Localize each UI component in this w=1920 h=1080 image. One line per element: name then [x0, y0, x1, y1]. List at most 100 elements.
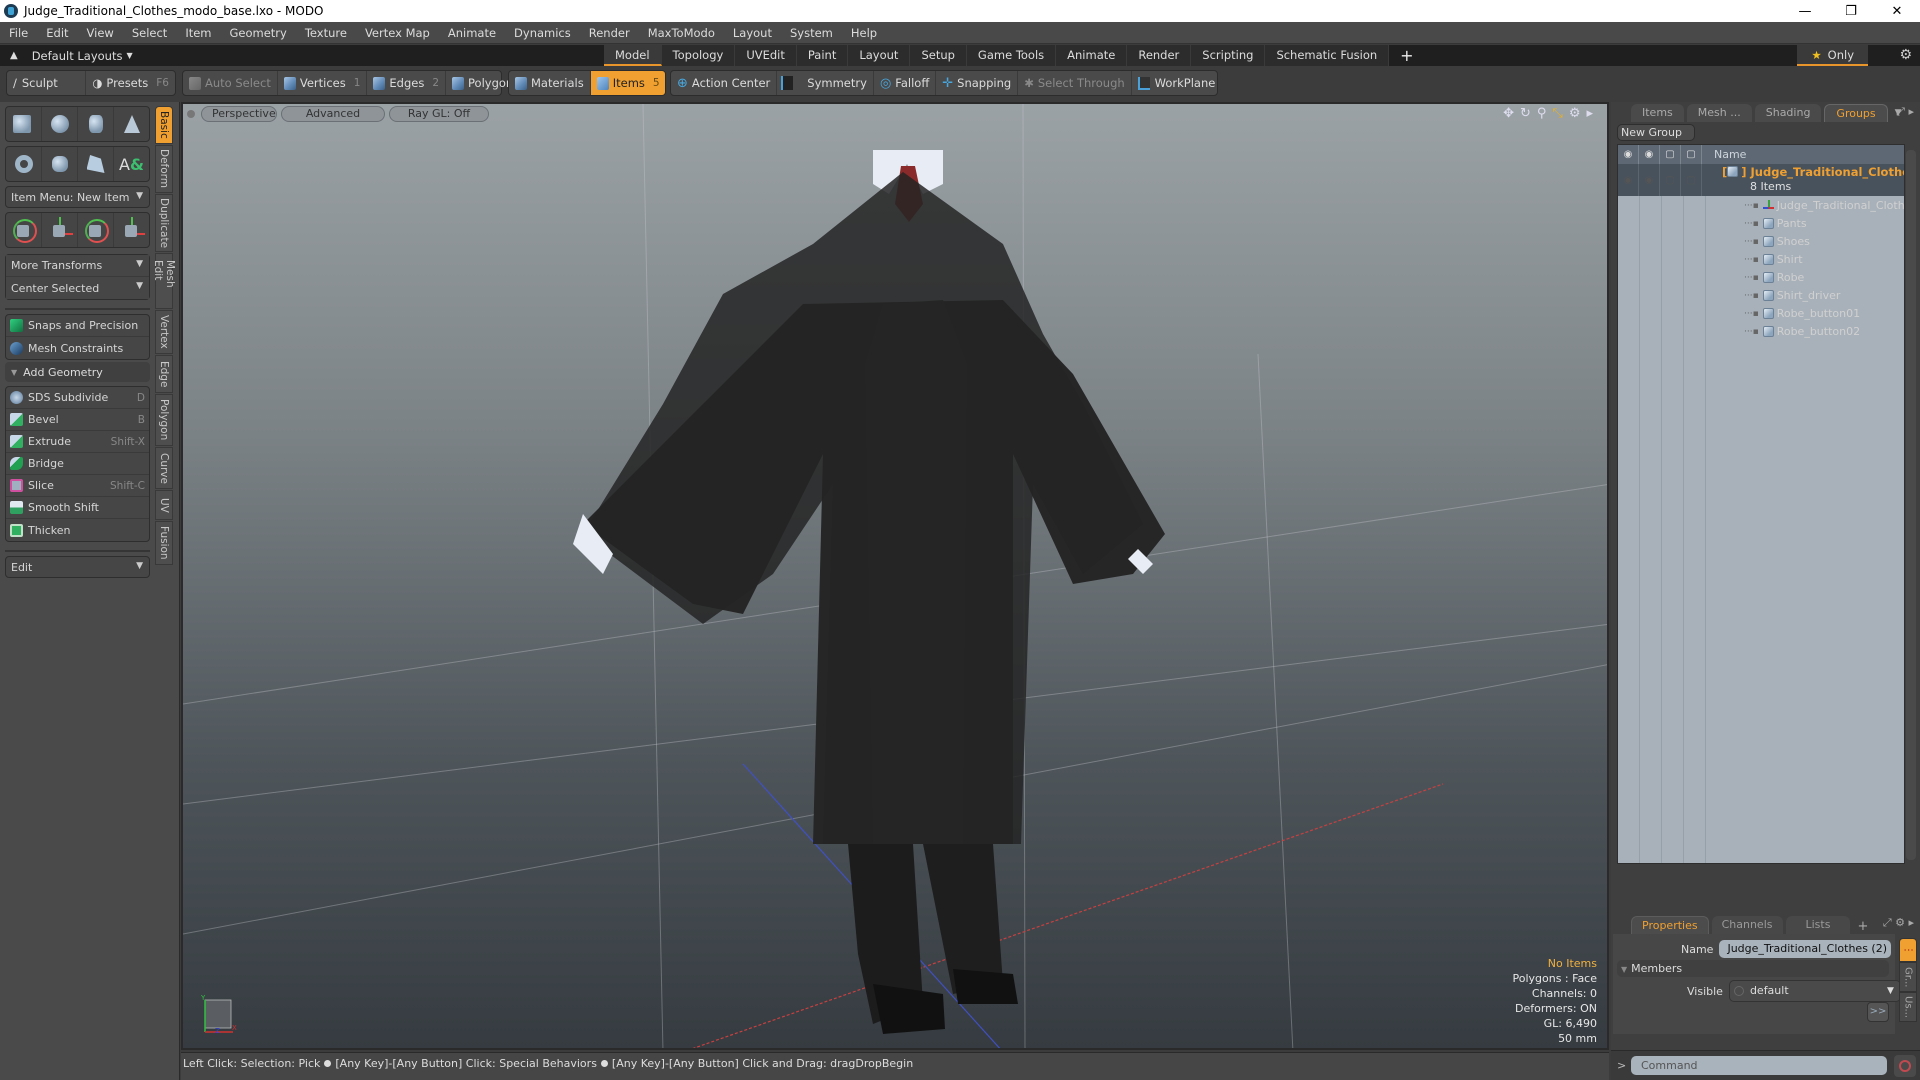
visibility-toggle[interactable]: ◉	[1618, 164, 1639, 196]
tab-render[interactable]: Render	[1127, 45, 1192, 66]
rotate-icon[interactable]: ↻	[1520, 106, 1531, 121]
snapping-button[interactable]: ✛ Snapping	[936, 71, 1019, 95]
vtab-edge[interactable]: Edge	[155, 355, 173, 393]
menu-edit[interactable]: Edit	[37, 26, 77, 40]
vertices-button[interactable]: Vertices 1	[278, 71, 368, 95]
menu-dynamics[interactable]: Dynamics	[505, 26, 580, 40]
items-button[interactable]: Items 5	[590, 71, 665, 95]
close-button[interactable]: ✕	[1874, 0, 1920, 22]
bridge-button[interactable]: Bridge	[6, 453, 149, 475]
side-tab-groups[interactable]: Gr...	[1899, 962, 1917, 992]
render-column-icon[interactable]: ◉	[1639, 145, 1660, 164]
extrude-button[interactable]: Extrude Shift-X	[6, 431, 149, 453]
vtab-duplicate[interactable]: Duplicate	[155, 194, 173, 252]
materials-button[interactable]: Materials	[509, 71, 591, 95]
workplane-button[interactable]: WorkPlane	[1132, 71, 1222, 95]
tab-setup[interactable]: Setup	[910, 45, 967, 66]
add-tab-icon[interactable]: +	[1857, 919, 1868, 934]
text-tool[interactable]: A&	[114, 147, 149, 181]
vtab-basic[interactable]: Basic	[155, 106, 173, 144]
cone-tool[interactable]	[114, 107, 149, 141]
tab-properties[interactable]: Properties	[1631, 916, 1709, 934]
tab-items[interactable]: Items	[1631, 104, 1684, 122]
maximize-icon[interactable]: ⤡	[1552, 106, 1562, 121]
layouts-dropdown[interactable]: ▲ Default Layouts ▼	[0, 49, 133, 63]
side-tab-options[interactable]: ⋮	[1899, 938, 1917, 962]
vtab-polygon[interactable]: Polygon	[155, 394, 173, 446]
bevel-button[interactable]: Bevel B	[6, 409, 149, 431]
new-group-button[interactable]: New Group	[1617, 124, 1695, 141]
slice-button[interactable]: Slice Shift-C	[6, 475, 149, 497]
select-through-button[interactable]: ✱ Select Through	[1018, 71, 1132, 95]
tab-groups[interactable]: Groups	[1824, 104, 1888, 122]
expand-panel-icon[interactable]: ⤢ ⚙ ▸	[1883, 916, 1914, 930]
tab-topology[interactable]: Topology	[661, 45, 736, 66]
action-center-button[interactable]: ⊕ Action Center	[671, 71, 778, 95]
menu-file[interactable]: File	[0, 26, 37, 40]
pan-icon[interactable]: ✥	[1503, 106, 1514, 121]
list-scrollbar[interactable]	[1906, 150, 1916, 860]
list-item[interactable]: ···▪ Robe_button01	[1744, 307, 1860, 320]
add-geometry-header[interactable]: ▼ Add Geometry	[5, 362, 150, 382]
expand-panel-icon[interactable]: ⤢ ▸	[1896, 105, 1914, 119]
side-tab-user[interactable]: Us...	[1899, 992, 1917, 1022]
torus-tool[interactable]	[6, 147, 42, 181]
mesh-constraints-button[interactable]: Mesh Constraints	[6, 337, 149, 359]
render-toggle[interactable]: ◉	[1639, 164, 1660, 196]
cube-tool[interactable]	[6, 107, 42, 141]
list-item[interactable]: ···▪ Shirt_driver	[1744, 289, 1840, 302]
visible-dropdown[interactable]: default ▼	[1728, 980, 1901, 1002]
record-button[interactable]	[1894, 1055, 1916, 1077]
cylinder-tool[interactable]	[78, 107, 114, 141]
gear-icon[interactable]: ⚙	[1569, 106, 1581, 121]
sds-subdivide-button[interactable]: SDS Subdivide D	[6, 387, 149, 409]
shading-mode-button[interactable]: Advanced	[281, 106, 385, 122]
view-type-button[interactable]: Perspective	[201, 106, 277, 122]
list-item[interactable]: ···▪ Robe_button02	[1744, 325, 1860, 338]
select-column-icon[interactable]: ▢	[1681, 145, 1702, 164]
menu-view[interactable]: View	[78, 26, 123, 40]
edit-dropdown[interactable]: Edit ▼	[5, 556, 150, 578]
lock-toggle[interactable]: ▢	[1660, 164, 1681, 196]
edges-button[interactable]: Edges 2	[367, 71, 447, 95]
menu-help[interactable]: Help	[842, 26, 886, 40]
tab-model[interactable]: Model	[604, 45, 662, 66]
tab-layout[interactable]: Layout	[848, 45, 911, 66]
more-transforms-dropdown[interactable]: More Transforms ▼	[6, 255, 149, 277]
vtab-vertex[interactable]: Vertex	[155, 310, 173, 354]
tab-mesh-ops[interactable]: Mesh ...	[1686, 104, 1752, 122]
command-input[interactable]: Command	[1631, 1056, 1887, 1075]
more-button[interactable]: >>	[1867, 1002, 1889, 1022]
menu-render[interactable]: Render	[580, 26, 639, 40]
list-item[interactable]: ···▪ Robe	[1744, 271, 1804, 284]
restore-button[interactable]: ❐	[1828, 0, 1874, 22]
list-item[interactable]: ···▪ Judge_Traditional_Clothes	[1744, 199, 1904, 212]
menu-layout[interactable]: Layout	[724, 26, 781, 40]
scale-tool[interactable]	[114, 213, 149, 247]
name-column-header[interactable]: Name	[1702, 148, 1746, 161]
center-selected-dropdown[interactable]: Center Selected ▼	[6, 277, 149, 299]
tab-paint[interactable]: Paint	[796, 45, 849, 66]
list-item[interactable]: ···▪ Shirt	[1744, 253, 1803, 266]
lock-column-icon[interactable]: ▢	[1660, 145, 1681, 164]
gear-icon[interactable]: ⚙	[1899, 45, 1912, 66]
move-tool[interactable]	[42, 213, 78, 247]
tab-uvedit[interactable]: UVEdit	[735, 45, 797, 66]
list-item[interactable]: ···▪ Shoes	[1744, 235, 1810, 248]
sphere-tool[interactable]	[42, 107, 78, 141]
pen-tool[interactable]	[78, 147, 114, 181]
tab-lists[interactable]: Lists	[1785, 916, 1851, 934]
rotate-tool[interactable]	[78, 213, 114, 247]
list-item[interactable]: ···▪ Pants	[1744, 217, 1807, 230]
snaps-precision-button[interactable]: Snaps and Precision	[6, 315, 149, 337]
menu-select[interactable]: Select	[123, 26, 176, 40]
tab-scripting[interactable]: Scripting	[1191, 45, 1266, 66]
menu-maxtomodo[interactable]: MaxToModo	[639, 26, 724, 40]
menu-vertex-map[interactable]: Vertex Map	[356, 26, 439, 40]
menu-system[interactable]: System	[781, 26, 842, 40]
vtab-mesh-edit[interactable]: Mesh Edit	[152, 253, 176, 309]
menu-texture[interactable]: Texture	[296, 26, 356, 40]
symmetry-button[interactable]: Symmetry	[777, 71, 874, 95]
tab-channels[interactable]: Channels	[1711, 916, 1783, 934]
viewport-menu-dot[interactable]	[187, 110, 195, 118]
